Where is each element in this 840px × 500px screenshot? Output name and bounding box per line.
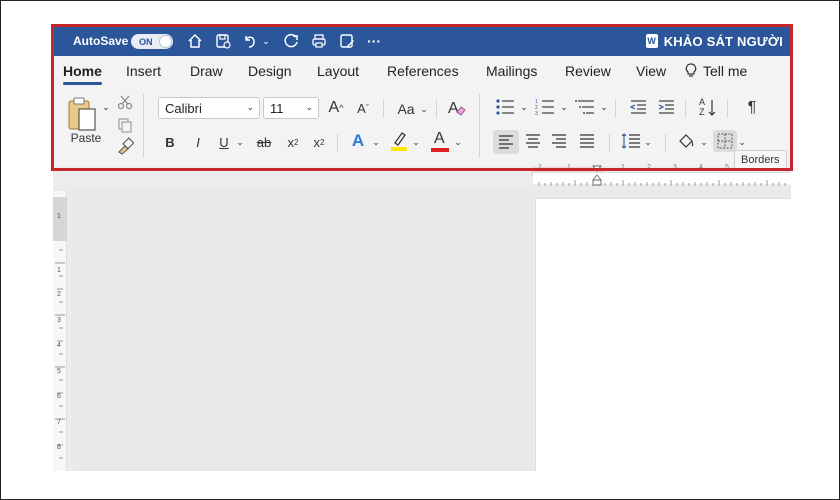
ruler-number: 1 [57,267,61,274]
ruler-number: 1 [57,213,61,220]
ruler-number: 2 [57,291,61,298]
ruler-number: 8 [57,444,61,451]
screenshot-frame: AutoSave ON ⌄ ··· W KHẢO SÁT NGƯỜI Home … [0,0,840,500]
ruler-number: 3 [57,317,61,324]
document-page[interactable] [535,198,791,471]
ruler-number: 6 [57,393,61,400]
ruler-number: 5 [57,368,61,375]
annotation-highlight-box [51,24,793,171]
page-margin-area [73,191,533,471]
ruler-text-area [533,172,791,186]
ruler-number: 4 [57,342,61,349]
ruler-number: 7 [57,419,61,426]
